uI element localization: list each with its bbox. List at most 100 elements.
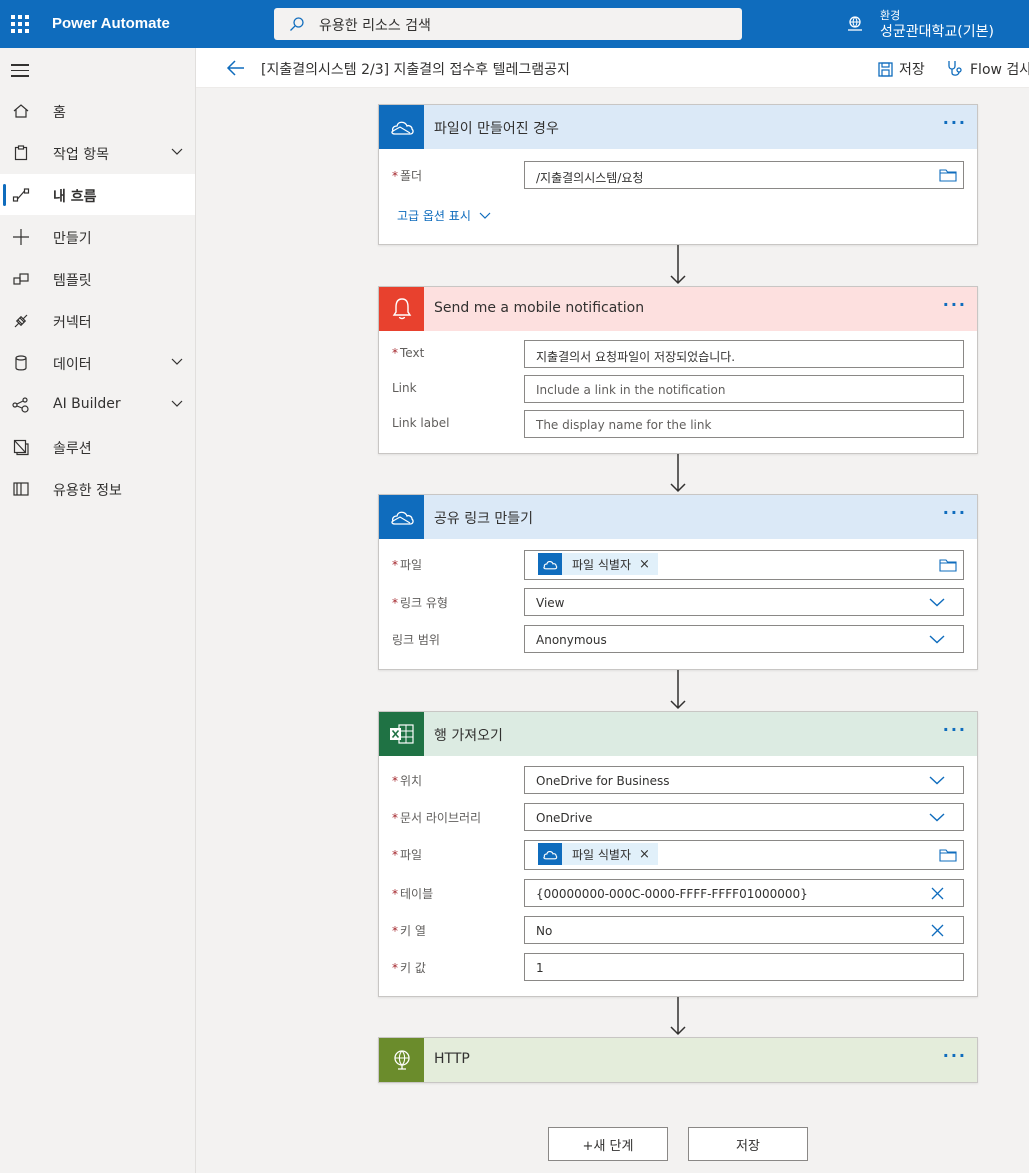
card-title: 공유 링크 만들기 — [434, 511, 534, 527]
document-library-label: * 문서 라이브러리 — [392, 811, 482, 825]
location-value: OneDrive for Business — [536, 774, 670, 788]
environment-name[interactable]: 성균관대학교(기본) — [880, 21, 994, 41]
notification-card[interactable]: Send me a mobile notification ··· * Text … — [378, 286, 978, 454]
chevron-down-icon — [929, 813, 945, 822]
more-options-icon[interactable]: ··· — [943, 505, 967, 521]
connector-arrow — [670, 454, 686, 493]
sidebar-item-my-flows[interactable]: 내 흐름 — [0, 174, 195, 215]
more-options-icon[interactable]: ··· — [943, 722, 967, 738]
clear-icon[interactable] — [931, 924, 944, 937]
link-type-dropdown[interactable]: View — [524, 588, 964, 616]
chevron-down-icon[interactable] — [170, 354, 184, 368]
link-type-value: View — [536, 596, 565, 610]
card-header[interactable]: Send me a mobile notification ··· — [379, 287, 977, 331]
share-link-card[interactable]: 공유 링크 만들기 ··· * 파일 파일 식별자 × * 링크 유형 View 링… — [378, 494, 978, 670]
chevron-down-icon[interactable] — [170, 396, 184, 410]
dynamic-content-token[interactable]: 파일 식별자 × — [538, 553, 658, 575]
folder-input[interactable]: /지출결의시스템/요청 — [524, 161, 964, 189]
sidebar-item-action-items[interactable]: 작업 항목 — [0, 132, 195, 173]
file-input[interactable]: 파일 식별자 × — [524, 840, 964, 870]
card-header[interactable]: HTTP ··· — [379, 1038, 977, 1082]
trigger-card[interactable]: 파일이 만들어진 경우 ··· * 폴더 /지출결의시스템/요청 고급 옵션 표시 — [378, 104, 978, 245]
card-title: 행 가져오기 — [434, 728, 503, 744]
key-column-row: * 키 열 No — [379, 916, 979, 946]
link-scope-dropdown[interactable]: Anonymous — [524, 625, 964, 653]
get-row-card[interactable]: 행 가져오기 ··· * 위치 OneDrive for Business * 문서… — [378, 711, 978, 997]
flow-checker-button[interactable]: Flow 검사기 — [946, 59, 1029, 79]
folder-label: * 폴더 — [392, 169, 423, 183]
sidebar-item-templates[interactable]: 템플릿 — [0, 258, 195, 299]
file-label: * 파일 — [392, 558, 423, 572]
search-box[interactable]: 유용한 리소스 검색 — [274, 8, 742, 40]
dynamic-content-token[interactable]: 파일 식별자 × — [538, 843, 658, 865]
chevron-down-icon[interactable] — [170, 144, 184, 158]
card-header[interactable]: 파일이 만들어진 경우 ··· — [379, 105, 977, 149]
folder-icon[interactable] — [939, 558, 957, 572]
text-input[interactable]: 지출결의서 요청파일이 저장되었습니다. — [524, 340, 964, 368]
link-label-input[interactable]: The display name for the link — [524, 410, 964, 438]
advanced-options-label: 고급 옵션 표시 — [397, 209, 471, 223]
command-bar: [지출결의시스템 2/3] 지출결의 접수후 텔레그램공지 저장 Flow 검사… — [196, 48, 1029, 88]
flow-canvas: 파일이 만들어진 경우 ··· * 폴더 /지출결의시스템/요청 고급 옵션 표시… — [196, 88, 1029, 1173]
save-flow-button[interactable]: 저장 — [688, 1127, 808, 1161]
sidebar-item-label: 템플릿 — [53, 273, 92, 289]
key-value-input[interactable]: 1 — [524, 953, 964, 981]
stethoscope-icon — [948, 61, 962, 76]
key-value-label: * 키 값 — [392, 961, 426, 975]
chevron-down-icon — [929, 598, 945, 607]
remove-token-icon[interactable]: × — [639, 847, 650, 862]
chevron-down-icon — [929, 635, 945, 644]
book-icon — [13, 482, 29, 496]
clear-icon[interactable] — [931, 887, 944, 900]
flow-checker-label: Flow 검사기 — [970, 62, 1029, 78]
file-input[interactable]: 파일 식별자 × — [524, 550, 964, 580]
more-options-icon[interactable]: ··· — [943, 1048, 967, 1064]
sidebar-item-home[interactable]: 홈 — [0, 90, 195, 131]
token-label: 파일 식별자 — [572, 557, 632, 572]
text-label: * Text — [392, 346, 425, 360]
sidebar-item-solutions[interactable]: 솔루션 — [0, 426, 195, 467]
table-value: {00000000-000C-0000-FFFF-FFFF01000000} — [536, 887, 808, 901]
folder-icon[interactable] — [939, 848, 957, 862]
table-label: * 테이블 — [392, 887, 434, 901]
location-dropdown[interactable]: OneDrive for Business — [524, 766, 964, 794]
sidebar-item-data[interactable]: 데이터 — [0, 342, 195, 383]
sidebar-item-ai-builder[interactable]: AI Builder — [0, 384, 195, 425]
file-row: * 파일 파일 식별자 × — [379, 840, 979, 870]
save-icon — [878, 61, 893, 77]
document-library-dropdown[interactable]: OneDrive — [524, 803, 964, 831]
link-type-row: * 링크 유형 View — [379, 588, 979, 618]
app-launcher-icon[interactable] — [11, 15, 29, 33]
folder-icon[interactable] — [939, 168, 957, 182]
http-card[interactable]: HTTP ··· — [378, 1037, 978, 1083]
more-options-icon[interactable]: ··· — [943, 115, 967, 131]
sidebar-item-create[interactable]: 만들기 — [0, 216, 195, 257]
card-header[interactable]: 행 가져오기 ··· — [379, 712, 977, 756]
card-header[interactable]: 공유 링크 만들기 ··· — [379, 495, 977, 539]
folder-value: /지출결의시스템/요청 — [536, 171, 644, 185]
more-options-icon[interactable]: ··· — [943, 297, 967, 313]
link-scope-label: 링크 범위 — [392, 633, 440, 647]
link-input[interactable]: Include a link in the notification — [524, 375, 964, 403]
document-library-row: * 문서 라이브러리 OneDrive — [379, 803, 979, 833]
file-label: * 파일 — [392, 848, 423, 862]
app-name[interactable]: Power Automate — [52, 15, 170, 32]
hamburger-icon[interactable] — [11, 64, 29, 81]
sidebar-item-learn[interactable]: 유용한 정보 — [0, 468, 195, 509]
sidebar-item-connectors[interactable]: 커넥터 — [0, 300, 195, 341]
environment-icon[interactable] — [846, 15, 864, 33]
save-button[interactable]: 저장 — [878, 59, 925, 79]
sidebar-item-label: 내 흐름 — [53, 189, 97, 205]
back-arrow-icon[interactable] — [226, 59, 246, 77]
key-column-dropdown[interactable]: No — [524, 916, 964, 944]
table-dropdown[interactable]: {00000000-000C-0000-FFFF-FFFF01000000} — [524, 879, 964, 907]
new-step-button[interactable]: +새 단계 — [548, 1127, 668, 1161]
link-row: Link Include a link in the notification — [379, 375, 979, 405]
sidebar-item-label: AI Builder — [53, 396, 121, 412]
save-button-label: 저장 — [899, 62, 925, 78]
globe-icon — [379, 1038, 424, 1082]
link-scope-value: Anonymous — [536, 633, 607, 647]
remove-token-icon[interactable]: × — [639, 557, 650, 572]
advanced-options-link[interactable]: 고급 옵션 표시 — [397, 207, 491, 224]
connector-arrow — [670, 245, 686, 285]
